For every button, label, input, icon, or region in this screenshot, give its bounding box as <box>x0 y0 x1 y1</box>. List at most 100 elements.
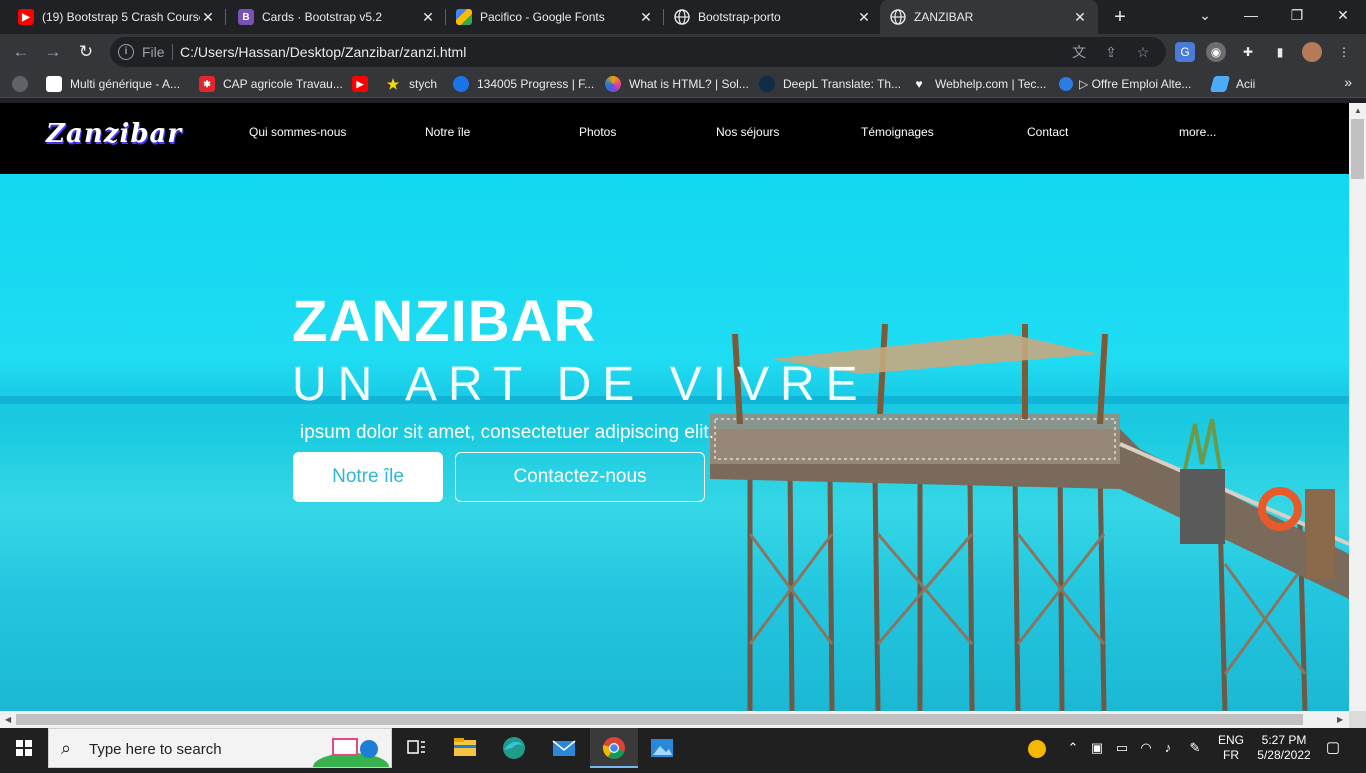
nav-link-photos[interactable]: Photos <box>579 125 616 139</box>
close-tab-icon[interactable]: ✕ <box>200 9 216 26</box>
scroll-up-icon[interactable]: ▲ <box>1354 106 1362 115</box>
vertical-scroll-thumb[interactable] <box>1351 119 1364 179</box>
close-tab-icon[interactable]: ✕ <box>638 9 654 26</box>
notifications-icon[interactable]: ▢ <box>1322 728 1344 768</box>
edge-icon[interactable] <box>490 728 538 768</box>
wifi-icon[interactable]: ◠ <box>1136 728 1156 768</box>
bootstrap-icon: B <box>238 9 254 25</box>
new-tab-button[interactable]: + <box>1108 5 1132 29</box>
menu-kebab-icon[interactable]: ⋮ <box>1334 42 1354 62</box>
bookmark-item[interactable]: Multi générique - A... <box>46 75 180 93</box>
globe-icon <box>890 9 906 25</box>
star-icon: ★ <box>386 75 400 92</box>
bookmark-item[interactable]: ▷ Offre Emploi Alte... <box>1059 75 1191 93</box>
scheme-label: File <box>142 44 165 60</box>
nav-link-temoignages[interactable]: Témoignages <box>861 125 934 139</box>
google-fonts-icon <box>456 9 472 25</box>
omnibox-divider <box>172 44 173 60</box>
apps-icon[interactable] <box>12 75 36 93</box>
close-window-button[interactable]: ✕ <box>1320 0 1366 30</box>
pen-icon[interactable]: ✎ <box>1184 728 1206 768</box>
close-tab-icon[interactable]: ✕ <box>420 9 436 26</box>
bookmark-item[interactable]: What is HTML? | Sol... <box>605 75 749 93</box>
battery-icon[interactable]: ▭ <box>1112 728 1132 768</box>
translate-icon[interactable]: 文 <box>1070 43 1088 61</box>
close-tab-icon[interactable]: ✕ <box>856 9 872 26</box>
puzzle-extensions-icon[interactable]: ✚ <box>1238 42 1258 62</box>
file-explorer-icon[interactable] <box>441 728 489 768</box>
reload-button[interactable]: ↻ <box>74 40 98 64</box>
tab-bootstrap-cards[interactable]: B Cards · Bootstrap v5.2 ✕ <box>228 0 446 34</box>
tab-bootstrap-porto[interactable]: Bootstrap-porto ✕ <box>664 0 882 34</box>
nav-link-contact[interactable]: Contact <box>1027 125 1068 139</box>
start-button[interactable] <box>0 728 48 768</box>
side-panel-icon[interactable]: ▮ <box>1270 42 1290 62</box>
notre-ile-button[interactable]: Notre île <box>293 452 443 502</box>
info-icon[interactable]: i <box>118 44 134 60</box>
back-button[interactable]: ← <box>9 40 33 64</box>
chrome-icon[interactable] <box>590 728 638 768</box>
page-icon <box>46 76 62 92</box>
volume-icon[interactable]: ♪ <box>1158 728 1178 768</box>
bookmark-item[interactable]: Acii <box>1209 75 1255 93</box>
photos-icon[interactable] <box>638 728 686 768</box>
google-translate-ext-icon[interactable]: G <box>1175 42 1195 62</box>
scrollbar-corner <box>1349 711 1366 728</box>
bookmark-item[interactable]: DeepL Translate: Th... <box>759 75 901 93</box>
bookmark-item[interactable]: 134005 Progress | F... <box>453 75 594 93</box>
taskbar-search[interactable]: ⌕ Type here to search <box>48 728 392 768</box>
maximize-button[interactable]: ❐ <box>1274 0 1320 30</box>
nav-link-more[interactable]: more... <box>1179 125 1216 139</box>
bookmarks-more-button[interactable]: » <box>1344 74 1352 90</box>
nav-link-qui-sommes-nous[interactable]: Qui sommes-nous <box>249 125 346 139</box>
input-language-indicator[interactable]: ENG FR <box>1214 733 1248 773</box>
site-logo[interactable]: Zanzibar <box>46 119 182 149</box>
task-view-icon[interactable] <box>392 728 440 768</box>
tab-separator <box>225 9 226 25</box>
clock-date: 5/28/2022 <box>1257 748 1311 762</box>
extension-avatar-icon[interactable]: ◉ <box>1206 42 1226 62</box>
horizontal-scroll-thumb[interactable] <box>16 714 1303 725</box>
site-navbar: Zanzibar Qui sommes-nous Notre île Photo… <box>0 103 1349 174</box>
asterisk-icon: ✱ <box>199 76 215 92</box>
nav-link-nos-sejours[interactable]: Nos séjours <box>716 125 779 139</box>
vertical-scrollbar[interactable]: ▲ <box>1349 103 1366 711</box>
scroll-left-icon[interactable]: ◀ <box>5 715 11 724</box>
hero-text: ipsum dolor sit amet, consectetuer adipi… <box>300 422 714 443</box>
contactez-nous-button[interactable]: Contactez-nous <box>455 452 705 502</box>
bookmark-item[interactable]: ✱ CAP agricole Travau... <box>199 75 343 93</box>
address-bar[interactable]: i File C:/Users/Hassan/Desktop/Zanzibar/… <box>110 37 1166 67</box>
tab-search-icon[interactable]: ⌄ <box>1182 0 1228 30</box>
tab-youtube[interactable]: ▶ (19) Bootstrap 5 Crash Course ✕ <box>8 0 226 34</box>
weather-icon[interactable] <box>1026 738 1048 760</box>
language-code: ENG <box>1217 733 1244 747</box>
profile-avatar[interactable] <box>1302 42 1322 62</box>
youtube-icon: ▶ <box>18 9 34 25</box>
forward-button[interactable]: → <box>41 40 65 64</box>
share-icon[interactable]: ⇪ <box>1102 43 1120 61</box>
minimize-button[interactable]: — <box>1228 0 1274 30</box>
page-viewport: Zanzibar Qui sommes-nous Notre île Photo… <box>0 103 1349 711</box>
mail-icon[interactable] <box>540 728 588 768</box>
tab-zanzibar[interactable]: ZANZIBAR ✕ <box>880 0 1098 34</box>
meet-now-icon[interactable]: ▣ <box>1088 728 1106 768</box>
search-icon: ⌕ <box>61 738 72 758</box>
close-tab-icon[interactable]: ✕ <box>1072 9 1088 26</box>
scroll-right-icon[interactable]: ▶ <box>1337 715 1343 724</box>
bookmark-item[interactable]: ♥ Webhelp.com | Tec... <box>911 75 1046 93</box>
bookmark-item[interactable]: ▶ <box>352 75 376 93</box>
nav-link-notre-ile[interactable]: Notre île <box>425 125 470 139</box>
bookmark-item[interactable]: ★ stych <box>385 75 437 93</box>
bookmark-star-icon[interactable]: ☆ <box>1134 43 1152 61</box>
chevron-up-icon[interactable]: ⌃ <box>1064 728 1082 768</box>
url-text[interactable]: C:/Users/Hassan/Desktop/Zanzibar/zanzi.h… <box>180 44 466 60</box>
clock-time: 5:27 PM <box>1261 733 1307 747</box>
youtube-icon: ▶ <box>352 76 368 92</box>
clock[interactable]: 5:27 PM 5/28/2022 <box>1250 733 1318 773</box>
tab-title: Bootstrap-porto <box>698 10 781 24</box>
offre-icon <box>1059 77 1073 91</box>
horizontal-scrollbar[interactable]: ◀ ▶ <box>0 711 1349 728</box>
tab-google-fonts[interactable]: Pacifico - Google Fonts ✕ <box>446 0 664 34</box>
search-highlight-icon <box>313 738 389 767</box>
tab-strip: ▶ (19) Bootstrap 5 Crash Course ✕ B Card… <box>0 0 1366 34</box>
